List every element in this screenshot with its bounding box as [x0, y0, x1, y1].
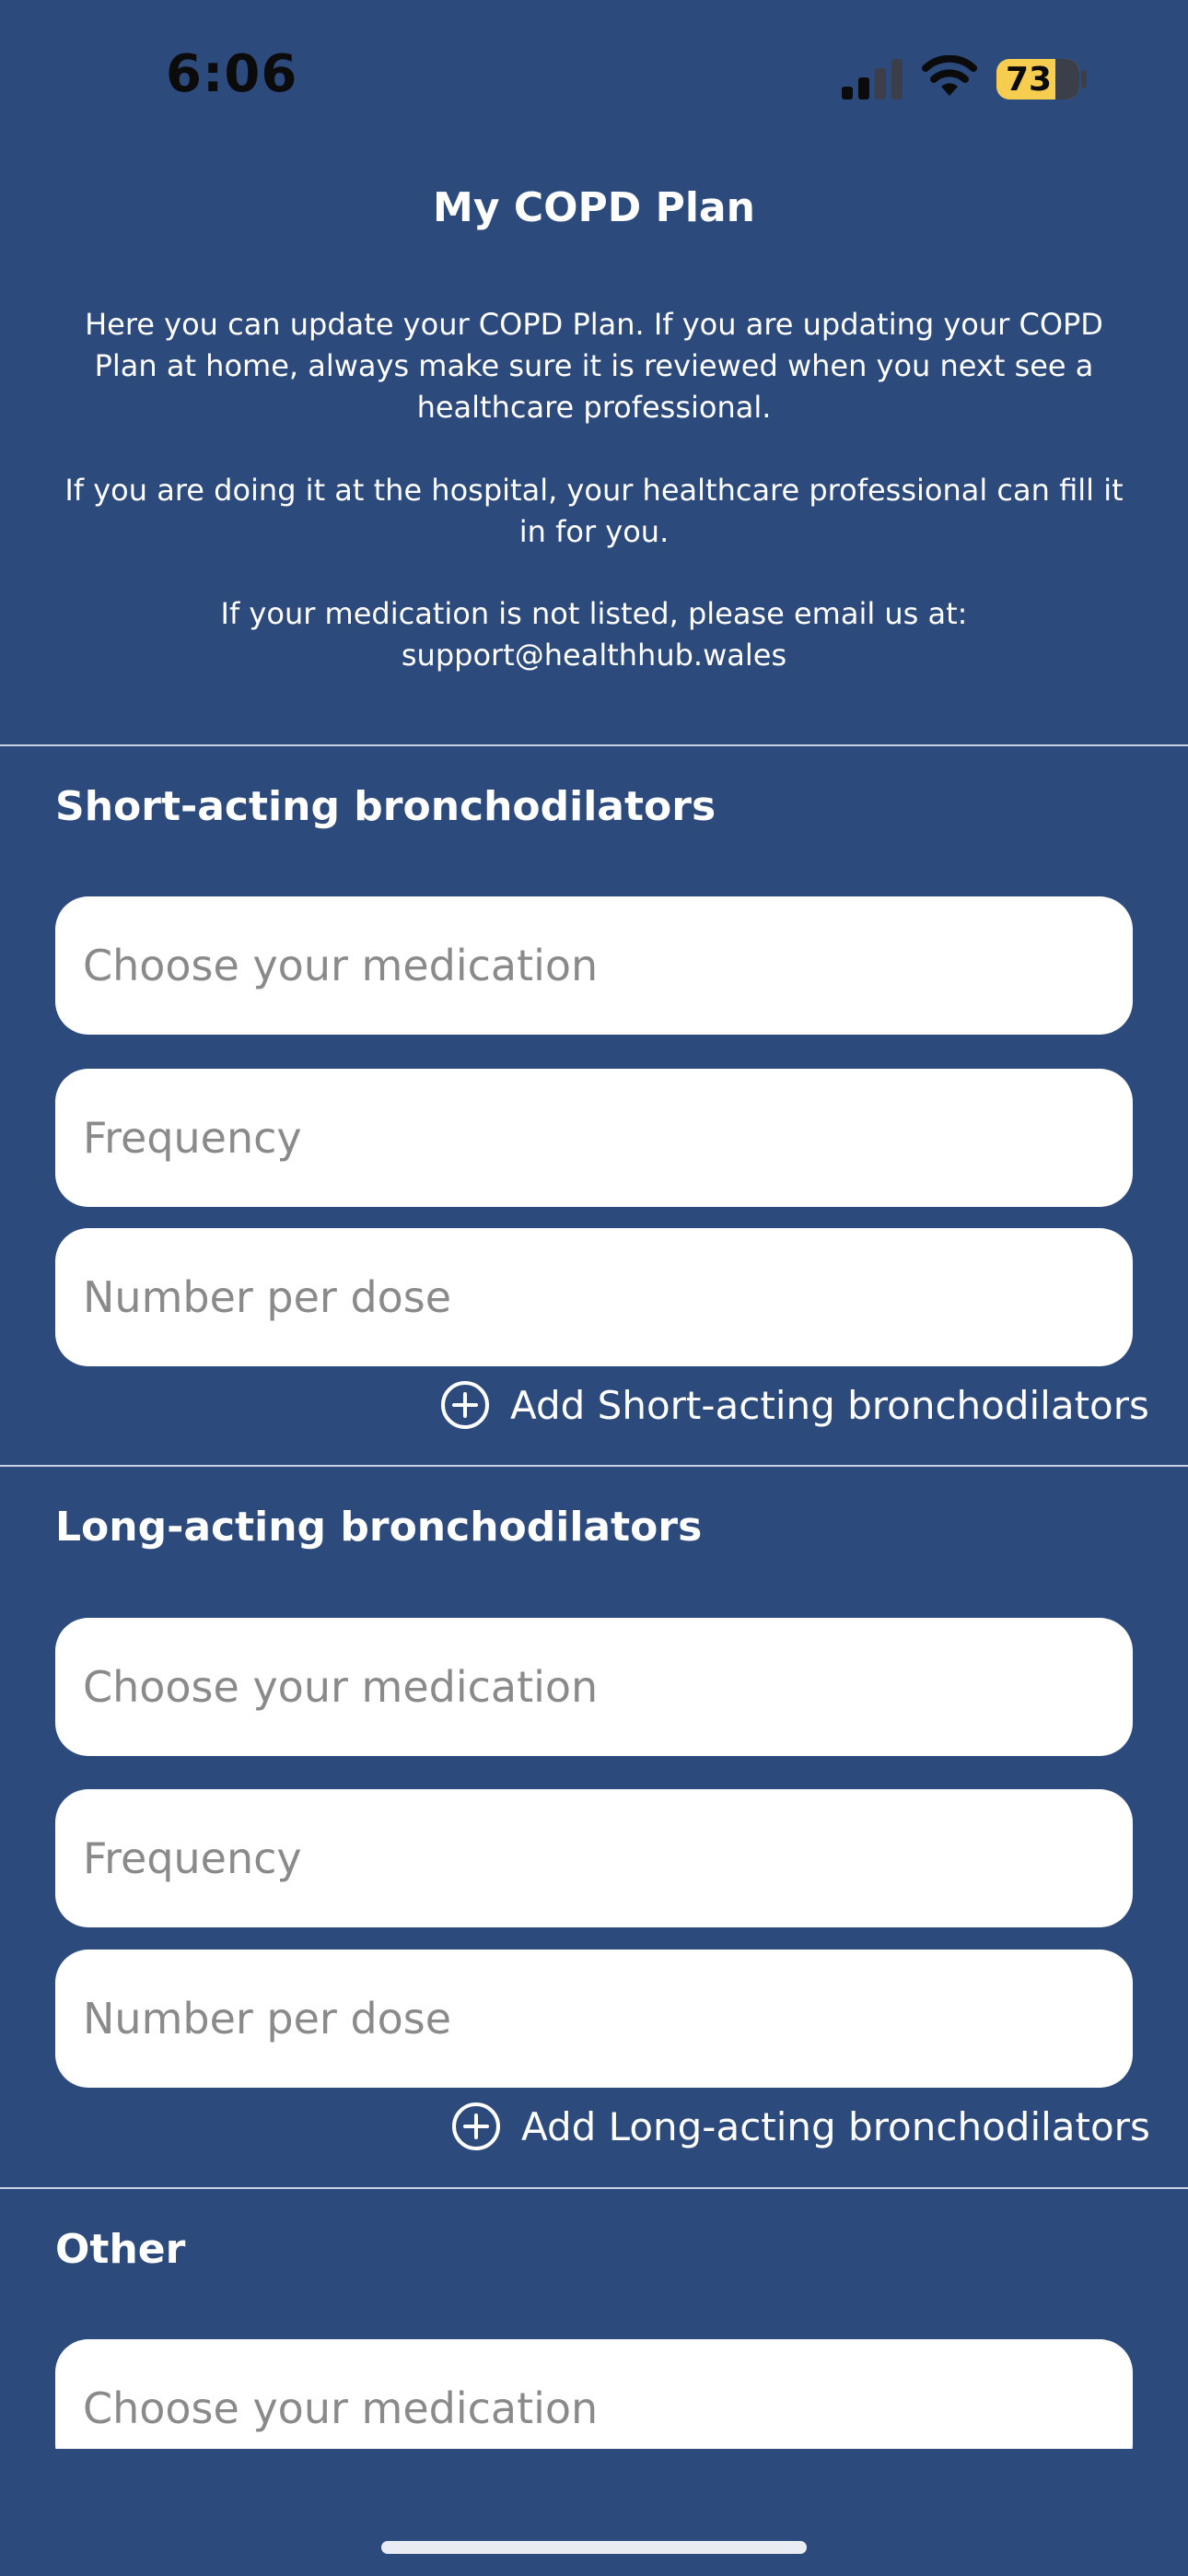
add-short-acting-label: Add Short-acting bronchodilators — [510, 1382, 1149, 1428]
intro-paragraph-hospital: If you are doing it at the hospital, you… — [64, 473, 1124, 549]
medication-select-short-acting[interactable]: Choose your medication — [55, 896, 1133, 1035]
add-long-acting-label: Add Long-acting bronchodilators — [521, 2103, 1150, 2149]
battery-icon: 73 — [996, 59, 1079, 100]
battery-tip — [1081, 70, 1087, 88]
intro-paragraph-contact: If your medication is not listed, please… — [220, 596, 968, 673]
cellular-signal-icon — [842, 59, 903, 100]
add-short-acting-button[interactable]: Add Short-acting bronchodilators — [440, 1380, 1149, 1430]
home-indicator[interactable] — [381, 2541, 807, 2554]
add-long-acting-button[interactable]: Add Long-acting bronchodilators — [451, 2102, 1150, 2151]
status-time: 6:06 — [166, 44, 298, 104]
dose-field-long-acting[interactable]: Number per dose — [55, 1950, 1133, 2088]
section-divider — [0, 744, 1188, 746]
medication-select-long-acting[interactable]: Choose your medication — [55, 1618, 1133, 1756]
section-title-other: Other — [55, 2226, 186, 2273]
add-circle-icon — [441, 1381, 489, 1429]
section-title-long-acting: Long-acting bronchodilators — [55, 1504, 703, 1551]
copd-plan-screen: 6:06 73 My COPD Plan Here you can update… — [0, 0, 1188, 2576]
frequency-field-long-acting[interactable]: Frequency — [55, 1789, 1133, 1927]
frequency-field-short-acting[interactable]: Frequency — [55, 1069, 1133, 1207]
bottom-safe-area — [0, 2449, 1188, 2576]
wifi-icon — [922, 55, 977, 96]
add-circle-icon — [452, 2102, 500, 2150]
intro-paragraph-home: Here you can update your COPD Plan. If y… — [85, 307, 1103, 425]
section-divider — [0, 1465, 1188, 1467]
section-divider — [0, 2187, 1188, 2189]
battery-level: 73 — [1006, 61, 1053, 99]
section-title-short-acting: Short-acting bronchodilators — [55, 783, 716, 830]
page-title: My COPD Plan — [433, 184, 755, 231]
dose-field-short-acting[interactable]: Number per dose — [55, 1228, 1133, 1366]
